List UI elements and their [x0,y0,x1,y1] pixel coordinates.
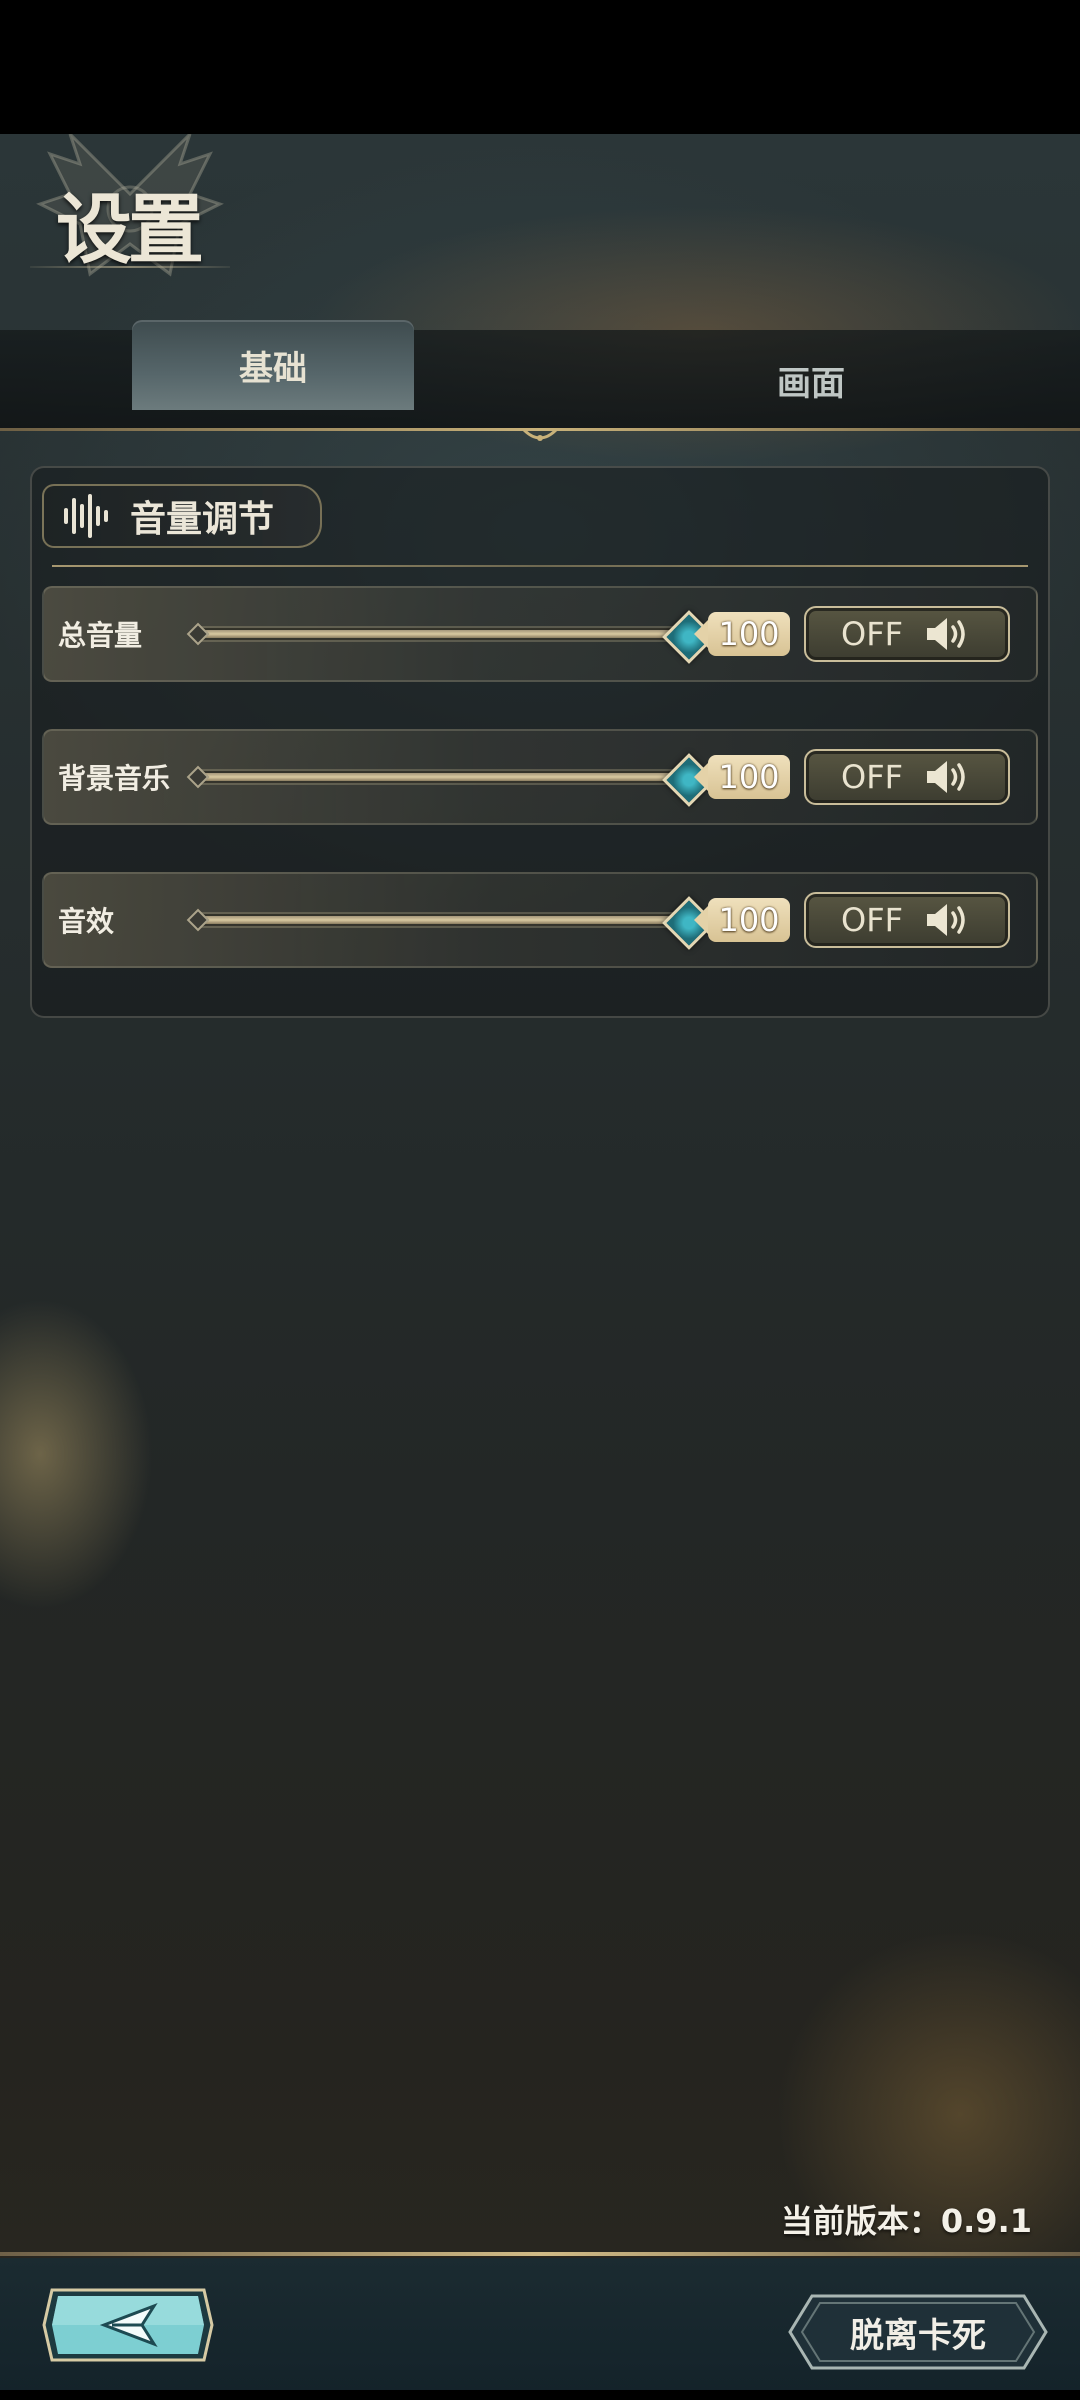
volume-row-bgm: 背景音乐 100 OFF [42,729,1038,825]
slider-start-cap [186,622,210,646]
ornament-icon [522,430,558,441]
version-text: 当前版本：0.9.1 [780,2202,1032,2240]
toggle-label: OFF [841,758,903,796]
tab-basic[interactable]: 基础 [132,320,414,410]
section-divider [52,565,1028,567]
toggle-label: OFF [841,901,903,939]
volume-slider-track[interactable] [194,914,704,926]
footer-divider [0,2252,1080,2256]
exit-stuck-button[interactable]: 脱离卡死 [788,2292,1048,2372]
volume-row-master: 总音量 100 OFF [42,586,1038,682]
speaker-icon [927,904,965,936]
volume-value-badge: 100 [694,755,790,799]
mute-toggle-button[interactable]: OFF [804,892,1010,948]
sound-wave-icon [64,494,108,538]
row-label: 音效 [58,905,115,938]
speaker-icon [927,618,965,650]
volume-slider-track[interactable] [194,628,704,640]
mute-toggle-button[interactable]: OFF [804,606,1010,662]
speaker-icon [927,761,965,793]
toggle-label: OFF [841,615,903,653]
title-underline [30,266,230,268]
slider-start-cap [186,765,210,789]
tab-graphics[interactable]: 画面 [670,330,952,430]
section-header: 音量调节 [42,484,322,548]
slider-start-cap [186,908,210,932]
nav-bar [0,2390,1080,2400]
mute-toggle-button[interactable]: OFF [804,749,1010,805]
exit-button-label: 脱离卡死 [850,2315,986,2356]
volume-value-badge: 100 [694,612,790,656]
page-title: 设置 [56,185,204,274]
back-button[interactable] [42,2286,214,2364]
status-bar [0,0,1080,134]
row-label: 背景音乐 [58,762,171,795]
section-title: 音量调节 [130,499,275,540]
row-label: 总音量 [58,619,143,652]
volume-value-badge: 100 [694,898,790,942]
volume-slider-track[interactable] [194,771,704,783]
screen: 设置 基础 画面 音量调节 总音量 100 OFF 背景音乐 100 OFF 音… [0,0,1080,2400]
volume-row-sfx: 音效 100 OFF [42,872,1038,968]
